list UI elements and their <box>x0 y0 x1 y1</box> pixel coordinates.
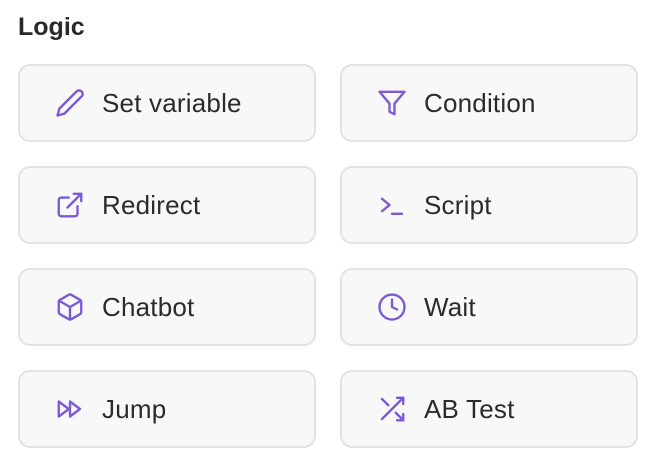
shuffle-icon <box>376 393 408 425</box>
block-label: Wait <box>424 291 476 322</box>
block-chatbot[interactable]: Chatbot <box>18 268 316 346</box>
block-label: Condition <box>424 87 536 118</box>
pencil-icon <box>54 87 86 119</box>
block-set-variable[interactable]: Set variable <box>18 64 316 142</box>
block-label: Jump <box>102 393 167 424</box>
external-link-icon <box>54 189 86 221</box>
clock-icon <box>376 291 408 323</box>
logic-blocks-grid: Set variable Condition Redirect Script C <box>18 64 638 448</box>
block-script[interactable]: Script <box>340 166 638 244</box>
block-label: Set variable <box>102 87 242 118</box>
terminal-icon <box>376 189 408 221</box>
logic-panel: Logic Set variable Condition Redirect Sc… <box>0 0 652 470</box>
section-title: Logic <box>18 13 85 41</box>
fast-forward-icon <box>54 393 86 425</box>
block-redirect[interactable]: Redirect <box>18 166 316 244</box>
block-label: AB Test <box>424 393 515 424</box>
cube-icon <box>54 291 86 323</box>
block-ab-test[interactable]: AB Test <box>340 370 638 448</box>
block-label: Script <box>424 189 492 220</box>
block-condition[interactable]: Condition <box>340 64 638 142</box>
block-label: Redirect <box>102 189 201 220</box>
block-label: Chatbot <box>102 291 195 322</box>
block-jump[interactable]: Jump <box>18 370 316 448</box>
filter-icon <box>376 87 408 119</box>
block-wait[interactable]: Wait <box>340 268 638 346</box>
